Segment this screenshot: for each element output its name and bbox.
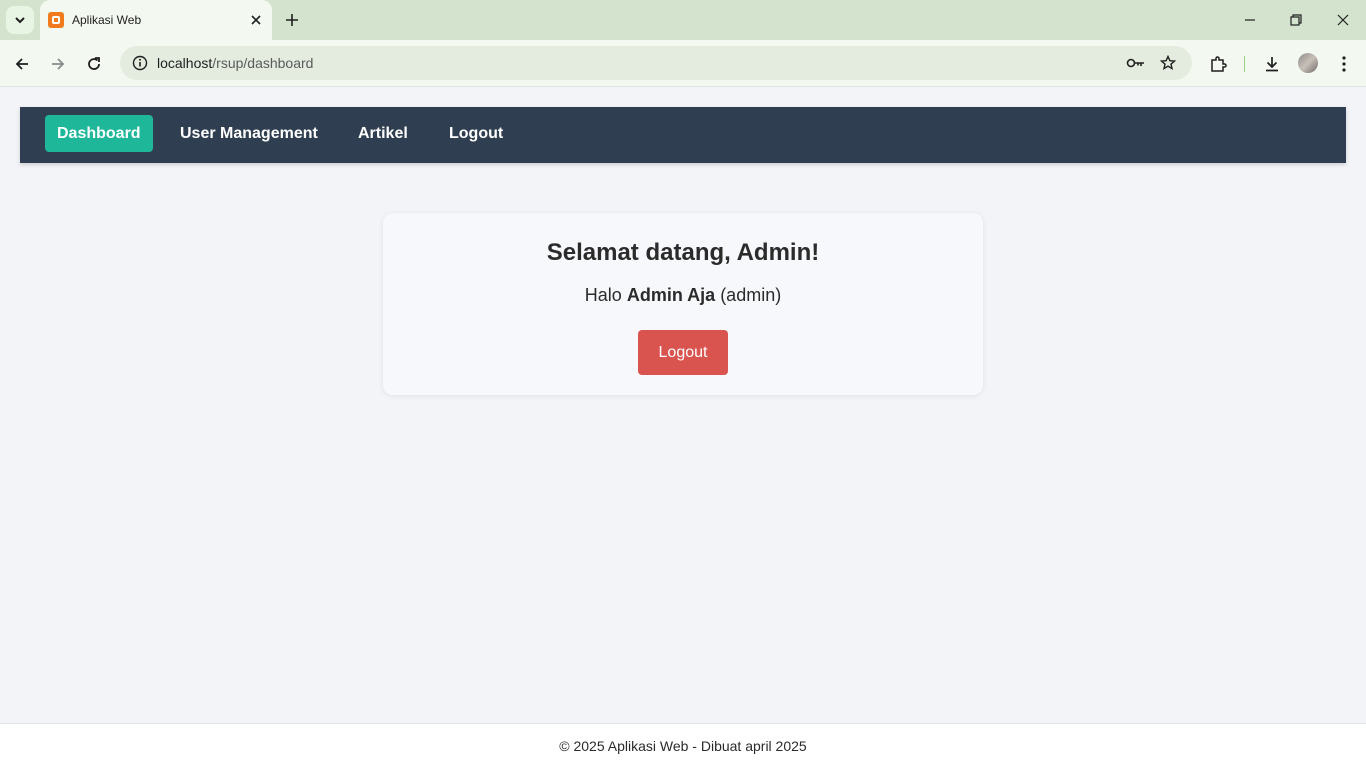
url-path: /rsup/dashboard	[212, 55, 314, 71]
arrow-right-icon	[52, 58, 65, 70]
arrow-left-icon	[15, 58, 28, 70]
back-button[interactable]	[8, 50, 36, 78]
reload-icon	[88, 57, 100, 70]
minimize-button[interactable]	[1238, 8, 1262, 32]
browser-menu-button[interactable]	[1330, 50, 1358, 78]
reload-button[interactable]	[80, 50, 108, 78]
tab-close-button[interactable]	[246, 10, 266, 30]
extensions-button[interactable]	[1204, 50, 1232, 78]
site-info-icon[interactable]	[128, 51, 152, 75]
user-name: Admin Aja	[626, 285, 716, 305]
close-window-button[interactable]	[1331, 8, 1355, 32]
main-navbar: Dashboard User Management Artikel Logout	[20, 107, 1346, 163]
logout-button[interactable]: Logout	[638, 330, 728, 375]
minimize-icon	[1245, 19, 1255, 21]
welcome-title: Selamat datang, Admin!	[546, 239, 820, 266]
browser-tab[interactable]: Aplikasi Web	[40, 0, 272, 40]
close-icon	[251, 15, 261, 25]
url-text: localhost/rsup/dashboard	[157, 55, 313, 71]
new-tab-button[interactable]	[280, 8, 304, 32]
nav-user-management[interactable]: User Management	[168, 115, 330, 152]
downloads-button[interactable]	[1258, 50, 1286, 78]
page-footer: © 2025 Aplikasi Web - Dibuat april 2025	[0, 723, 1366, 768]
browser-tab-bar: Aplikasi Web	[0, 0, 1366, 40]
address-bar[interactable]: localhost/rsup/dashboard	[120, 46, 1192, 80]
puzzle-icon	[1211, 56, 1227, 72]
toolbar-separator	[1244, 56, 1245, 72]
browser-toolbar: localhost/rsup/dashboard	[0, 40, 1366, 87]
tab-title: Aplikasi Web	[72, 13, 142, 27]
greeting-text: Halo Admin Aja (admin)	[383, 285, 983, 306]
footer-text: © 2025 Aplikasi Web - Dibuat april 2025	[559, 738, 807, 754]
download-icon	[1266, 57, 1278, 72]
nav-dashboard[interactable]: Dashboard	[45, 115, 153, 152]
url-host: localhost	[157, 55, 213, 71]
restore-button[interactable]	[1284, 8, 1308, 32]
bookmark-star-icon[interactable]	[1156, 51, 1180, 75]
close-icon	[1337, 14, 1349, 26]
greeting-prefix: Halo	[584, 285, 622, 305]
password-key-icon[interactable]	[1124, 51, 1148, 75]
chevron-down-icon	[15, 17, 25, 24]
nav-artikel[interactable]: Artikel	[346, 115, 420, 152]
kebab-menu-icon	[1342, 56, 1346, 72]
restore-icon	[1290, 14, 1302, 26]
user-role: (admin)	[720, 285, 782, 305]
xampp-favicon-icon	[48, 12, 64, 28]
forward-button[interactable]	[44, 50, 72, 78]
nav-logout[interactable]: Logout	[437, 115, 515, 152]
profile-avatar[interactable]	[1298, 53, 1318, 73]
welcome-card: Selamat datang, Admin! Halo Admin Aja (a…	[383, 213, 983, 395]
tab-search-button[interactable]	[6, 6, 34, 34]
plus-icon	[286, 14, 298, 26]
